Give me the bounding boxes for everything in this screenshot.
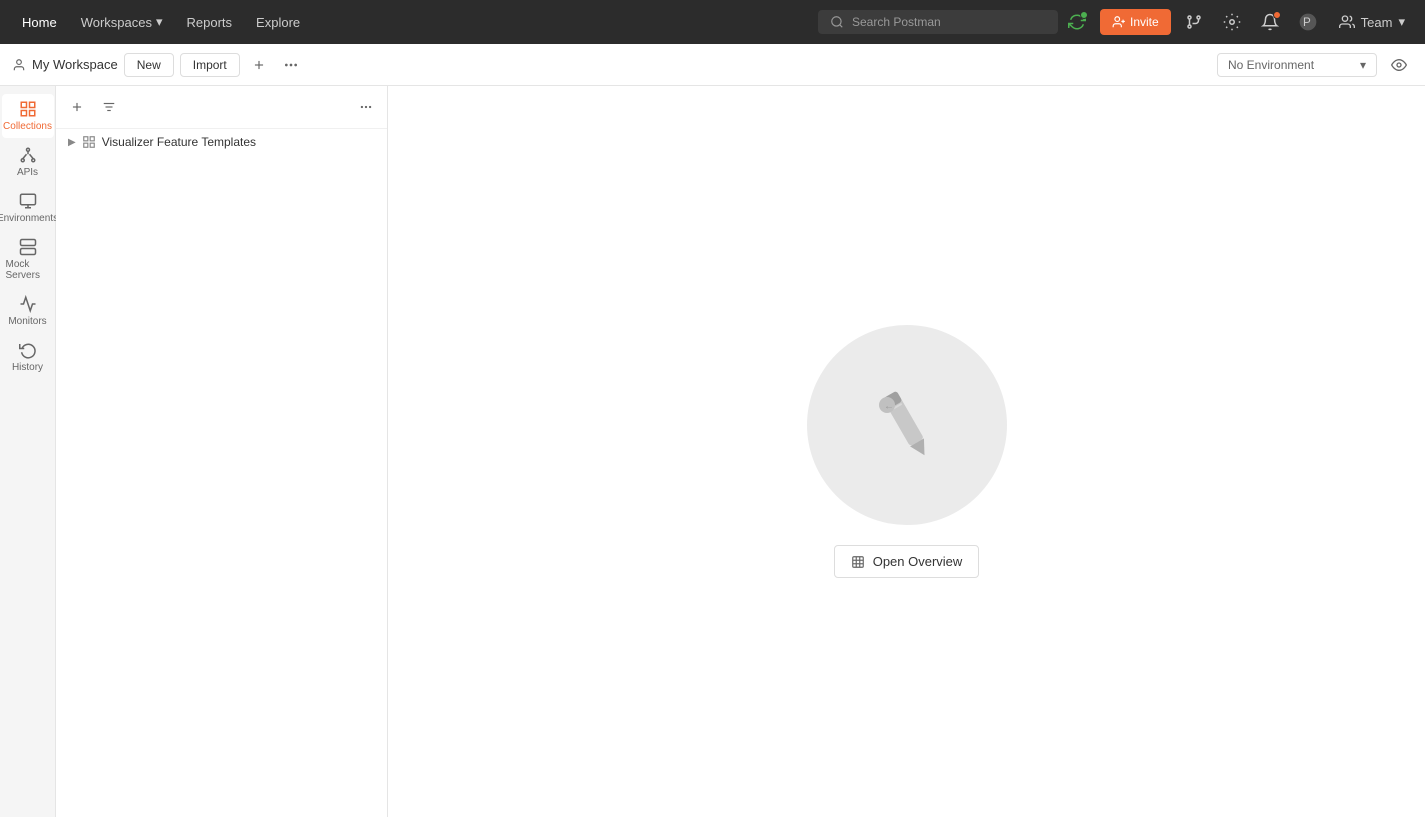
workspace-bar-right: No Environment ▾ <box>1217 51 1413 79</box>
environments-icon <box>19 192 37 210</box>
workspace-more-button[interactable] <box>278 52 304 78</box>
sidebar-icons: Collections APIs Environments Mock Serve… <box>0 86 56 817</box>
env-chevron-icon: ▾ <box>1360 58 1366 72</box>
mock-servers-icon <box>19 238 37 256</box>
environment-selector[interactable]: No Environment ▾ <box>1217 53 1377 77</box>
gear-icon <box>1223 13 1241 31</box>
sync-status-dot <box>1080 11 1088 19</box>
workspace-actions: New Import <box>124 53 240 77</box>
postman-logo-icon: P <box>1298 12 1318 32</box>
workspaces-arrow-icon: ▾ <box>156 14 163 30</box>
more-dots-icon <box>283 57 299 73</box>
team-label: Team <box>1361 15 1393 30</box>
open-overview-button[interactable]: Open Overview <box>834 545 980 578</box>
panel-search-input[interactable] <box>128 100 347 114</box>
notifications-button[interactable] <box>1255 7 1285 37</box>
invite-icon <box>1112 15 1126 29</box>
sidebar-item-mock-servers[interactable]: Mock Servers <box>2 232 54 287</box>
nav-reports[interactable]: Reports <box>177 9 243 36</box>
collection-expand-icon: ▶ <box>68 137 76 148</box>
environment-eye-button[interactable] <box>1385 51 1413 79</box>
collections-panel: ▶ Visualizer Feature Templates <box>56 86 388 817</box>
open-overview-label: Open Overview <box>873 554 963 569</box>
environments-label: Environments <box>0 213 58 224</box>
collections-label: Collections <box>3 121 52 132</box>
collection-item[interactable]: ▶ Visualizer Feature Templates <box>56 129 387 155</box>
monitors-icon <box>19 295 37 313</box>
apis-icon <box>19 146 37 164</box>
search-placeholder: Search Postman <box>852 15 941 29</box>
navbar-right: Invite P <box>1062 7 1413 37</box>
main-content: ← Open Overview <box>388 86 1425 817</box>
history-label: History <box>12 362 43 373</box>
workspace-name-section: My Workspace <box>12 57 118 72</box>
empty-state: ← Open Overview <box>807 325 1007 578</box>
nav-explore[interactable]: Explore <box>246 9 310 36</box>
fork-icon <box>1185 13 1203 31</box>
reports-label: Reports <box>187 15 233 30</box>
env-label: No Environment <box>1228 58 1314 72</box>
collections-icon <box>19 100 37 118</box>
workspace-name-label: My Workspace <box>32 57 118 72</box>
filter-icon <box>102 100 116 114</box>
invite-button[interactable]: Invite <box>1100 9 1171 35</box>
invite-label: Invite <box>1130 15 1159 29</box>
home-label: Home <box>22 15 57 30</box>
sidebar-item-apis[interactable]: APIs <box>2 140 54 184</box>
history-icon <box>19 341 37 359</box>
nav-workspaces[interactable]: Workspaces ▾ <box>71 8 173 36</box>
collection-icon <box>82 135 96 149</box>
add-collection-icon <box>70 100 84 114</box>
sidebar-item-history[interactable]: History <box>2 335 54 379</box>
main-layout: Collections APIs Environments Mock Serve… <box>0 86 1425 817</box>
workspace-bar: My Workspace New Import No Environment ▾ <box>0 44 1425 86</box>
workspaces-label: Workspaces <box>81 15 152 30</box>
panel-add-button[interactable] <box>64 94 90 120</box>
search-bar[interactable]: Search Postman <box>818 10 1058 34</box>
overview-icon <box>851 555 865 569</box>
sidebar-item-collections[interactable]: Collections <box>2 94 54 138</box>
navbar: Home Workspaces ▾ Reports Explore Search… <box>0 0 1425 44</box>
svg-text:←: ← <box>884 401 894 412</box>
sidebar-item-monitors[interactable]: Monitors <box>2 289 54 333</box>
postman-logo-button[interactable]: P <box>1293 7 1323 37</box>
panel-more-button[interactable] <box>353 94 379 120</box>
explore-label: Explore <box>256 15 300 30</box>
collection-name: Visualizer Feature Templates <box>102 135 256 149</box>
import-button[interactable]: Import <box>180 53 240 77</box>
more-options-icon <box>359 100 373 114</box>
settings-button[interactable] <box>1217 7 1247 37</box>
empty-state-illustration: ← <box>857 375 957 475</box>
mock-servers-label: Mock Servers <box>6 259 50 281</box>
team-button[interactable]: Team ▾ <box>1331 10 1413 34</box>
tab-add-button[interactable] <box>246 52 272 78</box>
eye-icon <box>1391 57 1407 73</box>
team-chevron-icon: ▾ <box>1398 14 1405 30</box>
team-icon <box>1339 14 1355 30</box>
plus-icon <box>252 58 266 72</box>
svg-text:P: P <box>1303 16 1311 29</box>
panel-filter-button[interactable] <box>96 94 122 120</box>
fork-button[interactable] <box>1179 7 1209 37</box>
empty-circle-illustration: ← <box>807 325 1007 525</box>
navbar-left: Home Workspaces ▾ Reports Explore <box>12 8 814 36</box>
search-icon <box>830 15 844 29</box>
apis-label: APIs <box>17 167 38 178</box>
new-button[interactable]: New <box>124 53 174 77</box>
sync-button[interactable] <box>1062 7 1092 37</box>
workspace-bar-left: My Workspace New Import <box>12 52 1209 78</box>
nav-home[interactable]: Home <box>12 9 67 36</box>
monitors-label: Monitors <box>8 316 46 327</box>
notification-dot <box>1273 11 1281 19</box>
sidebar-item-environments[interactable]: Environments <box>2 186 54 230</box>
panel-toolbar <box>56 86 387 129</box>
user-icon <box>12 58 26 72</box>
